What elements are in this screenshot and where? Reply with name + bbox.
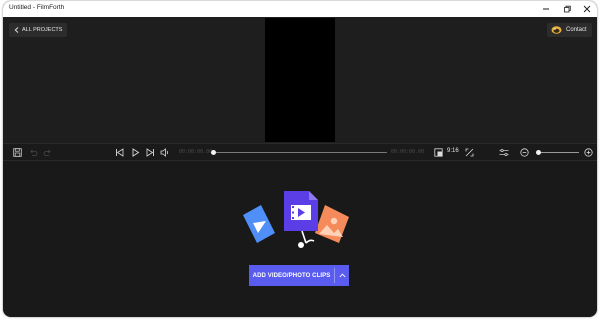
restore-icon (564, 5, 571, 13)
redo-icon (43, 149, 51, 156)
contact-avatar-icon (551, 26, 562, 34)
total-time: 00:00:00.00 (391, 149, 425, 155)
playback-toolbar: 00:00:00.00 00:00:00.00 9:16 (3, 143, 597, 161)
minimize-button[interactable] (536, 2, 556, 16)
seek-thumb[interactable] (211, 150, 216, 155)
undo-button[interactable] (28, 147, 39, 158)
music-note-icon (298, 230, 315, 248)
redo-button[interactable] (42, 147, 53, 158)
audio-file-icon (243, 205, 275, 243)
play-icon (132, 148, 140, 157)
play-button[interactable] (130, 147, 141, 158)
skip-back-button[interactable] (114, 147, 125, 158)
skip-forward-icon (146, 148, 154, 157)
photo-file-icon (315, 205, 349, 243)
seek-bar[interactable] (216, 152, 387, 153)
fullscreen-button[interactable] (464, 147, 475, 158)
adjust-settings-button[interactable] (498, 147, 509, 158)
window-title: Untitled - FilmForth (9, 4, 65, 11)
close-icon (583, 5, 591, 13)
media-clips-illustration (243, 191, 349, 248)
add-clips-label: ADD VIDEO/PHOTO CLIPS (252, 272, 331, 279)
chevron-up-icon (338, 273, 346, 278)
save-icon (13, 148, 22, 157)
zoom-in-icon (584, 148, 593, 157)
title-bar: Untitled - FilmForth (3, 1, 597, 17)
aspect-ratio-icon (434, 148, 443, 157)
close-button[interactable] (577, 2, 597, 16)
add-clips-dropdown[interactable] (335, 265, 349, 286)
app-window: Untitled - FilmForth ALL PROJECTS Contac… (3, 1, 597, 317)
aspect-ratio-button[interactable] (433, 147, 444, 158)
video-file-icon (284, 191, 318, 231)
settings-sliders-icon (499, 148, 508, 157)
zoom-thumb[interactable] (536, 150, 541, 155)
contact-button[interactable]: Contact (547, 23, 592, 37)
all-projects-button[interactable]: ALL PROJECTS (9, 23, 68, 37)
timeline-workspace: ADD VIDEO/PHOTO CLIPS (3, 161, 597, 317)
minimize-icon (543, 8, 549, 10)
undo-icon (30, 149, 38, 156)
fullscreen-icon (465, 148, 474, 157)
add-clips-button[interactable]: ADD VIDEO/PHOTO CLIPS (249, 265, 349, 286)
preview-area: ALL PROJECTS Contact (3, 17, 597, 143)
save-button[interactable] (12, 147, 23, 158)
current-time: 00:00:00.00 (179, 149, 213, 155)
zoom-in-button[interactable] (583, 147, 594, 158)
video-canvas (265, 18, 335, 142)
volume-button[interactable] (159, 147, 170, 158)
skip-forward-button[interactable] (145, 147, 156, 158)
volume-icon (160, 148, 168, 157)
chevron-left-icon (14, 27, 19, 33)
zoom-out-button[interactable] (519, 147, 530, 158)
contact-label: Contact (566, 27, 587, 33)
skip-back-icon (116, 148, 124, 157)
zoom-out-icon (520, 148, 529, 157)
maximize-button[interactable] (557, 2, 577, 16)
zoom-slider[interactable] (539, 152, 579, 153)
all-projects-label: ALL PROJECTS (22, 27, 63, 33)
aspect-ratio-label[interactable]: 9:16 (447, 148, 459, 154)
